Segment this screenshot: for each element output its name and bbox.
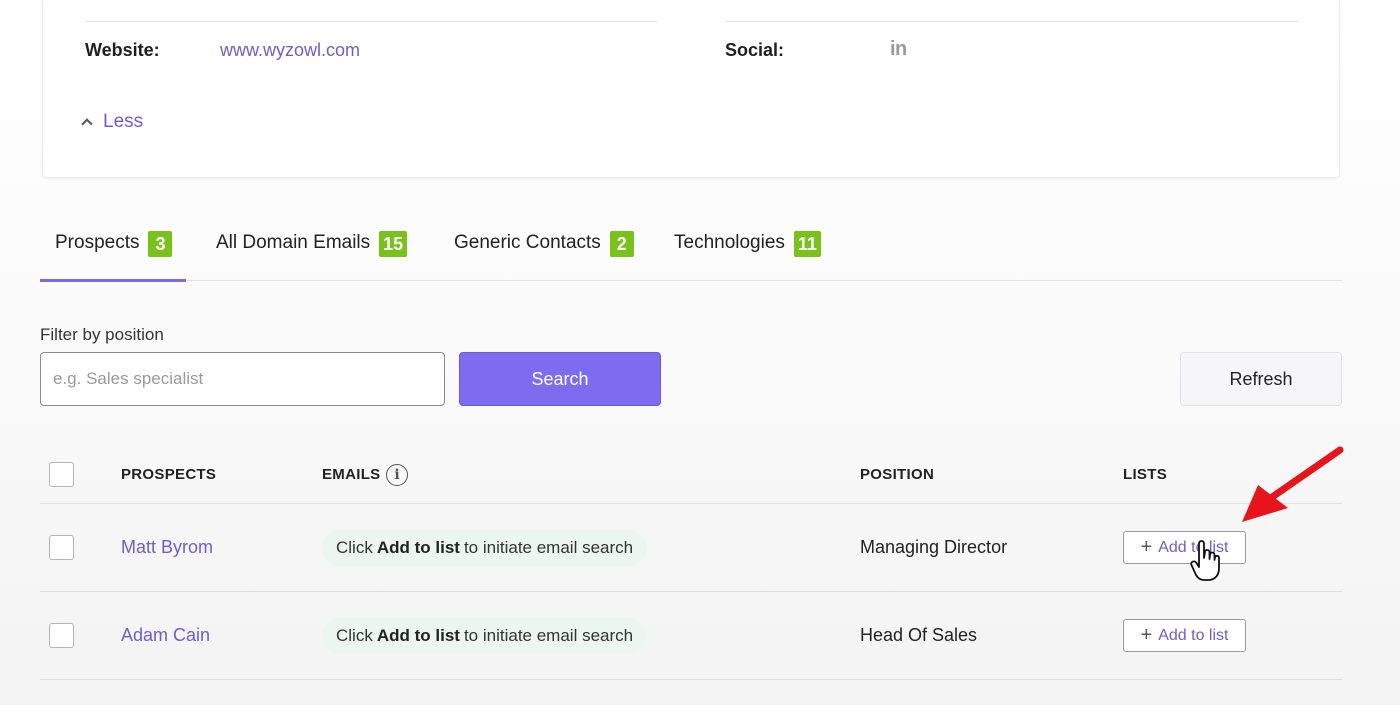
tab-technologies[interactable]: Technologies 11 [674, 228, 821, 280]
linkedin-icon[interactable]: in [890, 38, 907, 61]
refresh-button[interactable]: Refresh [1180, 352, 1342, 406]
row-checkbox[interactable] [49, 535, 74, 560]
add-to-list-button[interactable]: + Add to list [1123, 619, 1246, 652]
tab-label: Prospects [55, 232, 140, 253]
prospect-name-link[interactable]: Adam Cain [121, 625, 210, 646]
header-emails: EMAILS [322, 466, 381, 483]
position-filter-input[interactable] [40, 352, 445, 406]
details-divider-right [725, 21, 1299, 22]
tab-label: Technologies [674, 232, 785, 253]
plus-icon: + [1140, 623, 1153, 646]
social-label: Social: [725, 40, 785, 60]
tab-prospects[interactable]: Prospects 3 [39, 228, 188, 282]
hand-cursor-icon [1190, 540, 1220, 581]
email-status-pill: Click Add to list to initiate email sear… [322, 530, 648, 566]
count-badge: 2 [609, 231, 634, 257]
tab-label: All Domain Emails [216, 232, 371, 253]
details-divider-left [85, 21, 657, 22]
row-checkbox[interactable] [49, 623, 74, 648]
website-label: Website: [85, 40, 160, 60]
email-hint-bold: Add to list [376, 538, 460, 557]
table-row: Adam Cain Click Add to list to initiate … [40, 592, 1342, 680]
add-to-list-label: Add to list [1158, 626, 1229, 644]
count-badge: 15 [379, 231, 408, 257]
tab-all-domain-emails[interactable]: All Domain Emails 15 [216, 228, 408, 280]
tab-generic-contacts[interactable]: Generic Contacts 2 [454, 228, 634, 280]
chevron-up-icon [81, 118, 93, 130]
position-text: Head Of Sales [860, 625, 978, 645]
plus-icon: + [1140, 535, 1153, 558]
header-position: POSITION [860, 466, 935, 483]
email-status-pill: Click Add to list to initiate email sear… [322, 618, 648, 654]
website-link[interactable]: www.wyzowl.com [220, 40, 360, 61]
email-hint-suffix: to initiate email search [463, 626, 634, 645]
header-lists: LISTS [1123, 466, 1168, 483]
add-to-list-button[interactable]: + Add to list [1123, 531, 1246, 564]
tab-bar: Prospects 3 All Domain Emails 15 Generic… [39, 228, 1342, 282]
less-label: Less [103, 111, 144, 132]
filter-label: Filter by position [40, 325, 164, 344]
email-hint-prefix: Click [336, 538, 373, 557]
less-toggle[interactable]: Less [81, 111, 144, 133]
red-arrow-annotation [1242, 446, 1344, 522]
info-icon[interactable]: i [386, 464, 408, 486]
table-header: PROSPECTS EMAILS i POSITION LISTS [40, 448, 1342, 504]
header-prospects: PROSPECTS [121, 466, 217, 483]
select-all-checkbox[interactable] [49, 462, 74, 487]
count-badge: 3 [148, 231, 173, 257]
table-row: Matt Byrom Click Add to list to initiate… [40, 504, 1342, 592]
prospect-name-link[interactable]: Matt Byrom [121, 537, 213, 558]
search-button[interactable]: Search [459, 352, 661, 406]
position-text: Managing Director [860, 537, 1008, 557]
count-badge: 11 [793, 231, 821, 257]
tab-label: Generic Contacts [454, 232, 601, 253]
email-hint-bold: Add to list [376, 626, 460, 645]
company-details-card: Website: www.wyzowl.com Social: in Less [42, 0, 1340, 178]
email-hint-prefix: Click [336, 626, 373, 645]
email-hint-suffix: to initiate email search [463, 538, 634, 557]
